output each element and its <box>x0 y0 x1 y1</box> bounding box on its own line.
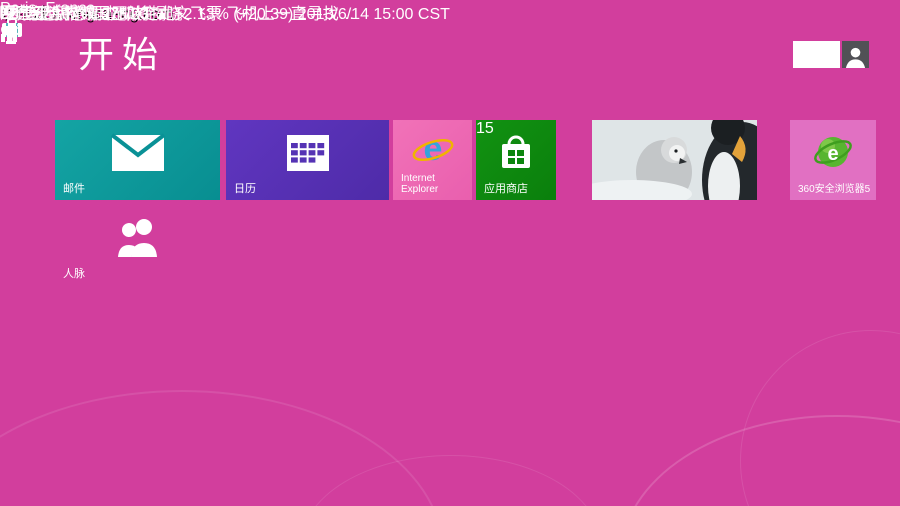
tile-mail[interactable]: 邮件 <box>55 120 220 200</box>
background-swirl <box>300 455 602 506</box>
user-avatar[interactable] <box>842 41 869 68</box>
360-browser-icon: e <box>790 120 876 186</box>
background-swirl <box>740 330 900 506</box>
tile-label: 360安全浏览器5 <box>798 184 870 195</box>
mail-icon <box>55 120 220 186</box>
trophy-icon <box>0 24 355 51</box>
tile-label: 日历 <box>234 183 256 195</box>
newspaper-icon <box>0 5 18 19</box>
background-swirl <box>620 415 900 506</box>
person-icon <box>844 45 867 68</box>
tile-internet-explorer[interactable]: e InternetExplorer <box>393 120 472 200</box>
tile-people[interactable]: 人脉 <box>55 205 220 285</box>
tile-label: 邮件 <box>63 183 85 195</box>
svg-text:e: e <box>827 143 838 165</box>
internet-explorer-icon: e <box>393 120 472 180</box>
people-icon <box>55 205 220 271</box>
news-caption: 竞选民意调查即将揭晓 <box>22 6 182 23</box>
tile-news[interactable]: 竞选民意调查即将揭晓 <box>0 0 182 24</box>
tile-label: 应用商店 <box>484 183 528 195</box>
background-swirl <box>0 390 444 506</box>
tile-calendar[interactable]: 日历 <box>226 120 389 200</box>
calendar-icon <box>226 120 389 186</box>
news-banner: 竞选民意调查即将揭晓 <box>0 0 182 24</box>
tile-360-browser[interactable]: e 360安全浏览器5 <box>790 120 876 200</box>
store-icon <box>476 120 556 186</box>
tile-label: InternetExplorer <box>401 173 438 195</box>
svg-text:e: e <box>423 130 442 168</box>
tile-store[interactable]: 应用商店 15 <box>476 120 556 200</box>
tile-label: 人脉 <box>63 268 85 280</box>
user-name-box[interactable] <box>793 41 840 68</box>
tile-bing[interactable]: 必应 Bing <box>592 120 757 200</box>
start-screen: 开始 邮件 日历 <box>0 0 900 506</box>
penguin-photo <box>592 120 757 200</box>
